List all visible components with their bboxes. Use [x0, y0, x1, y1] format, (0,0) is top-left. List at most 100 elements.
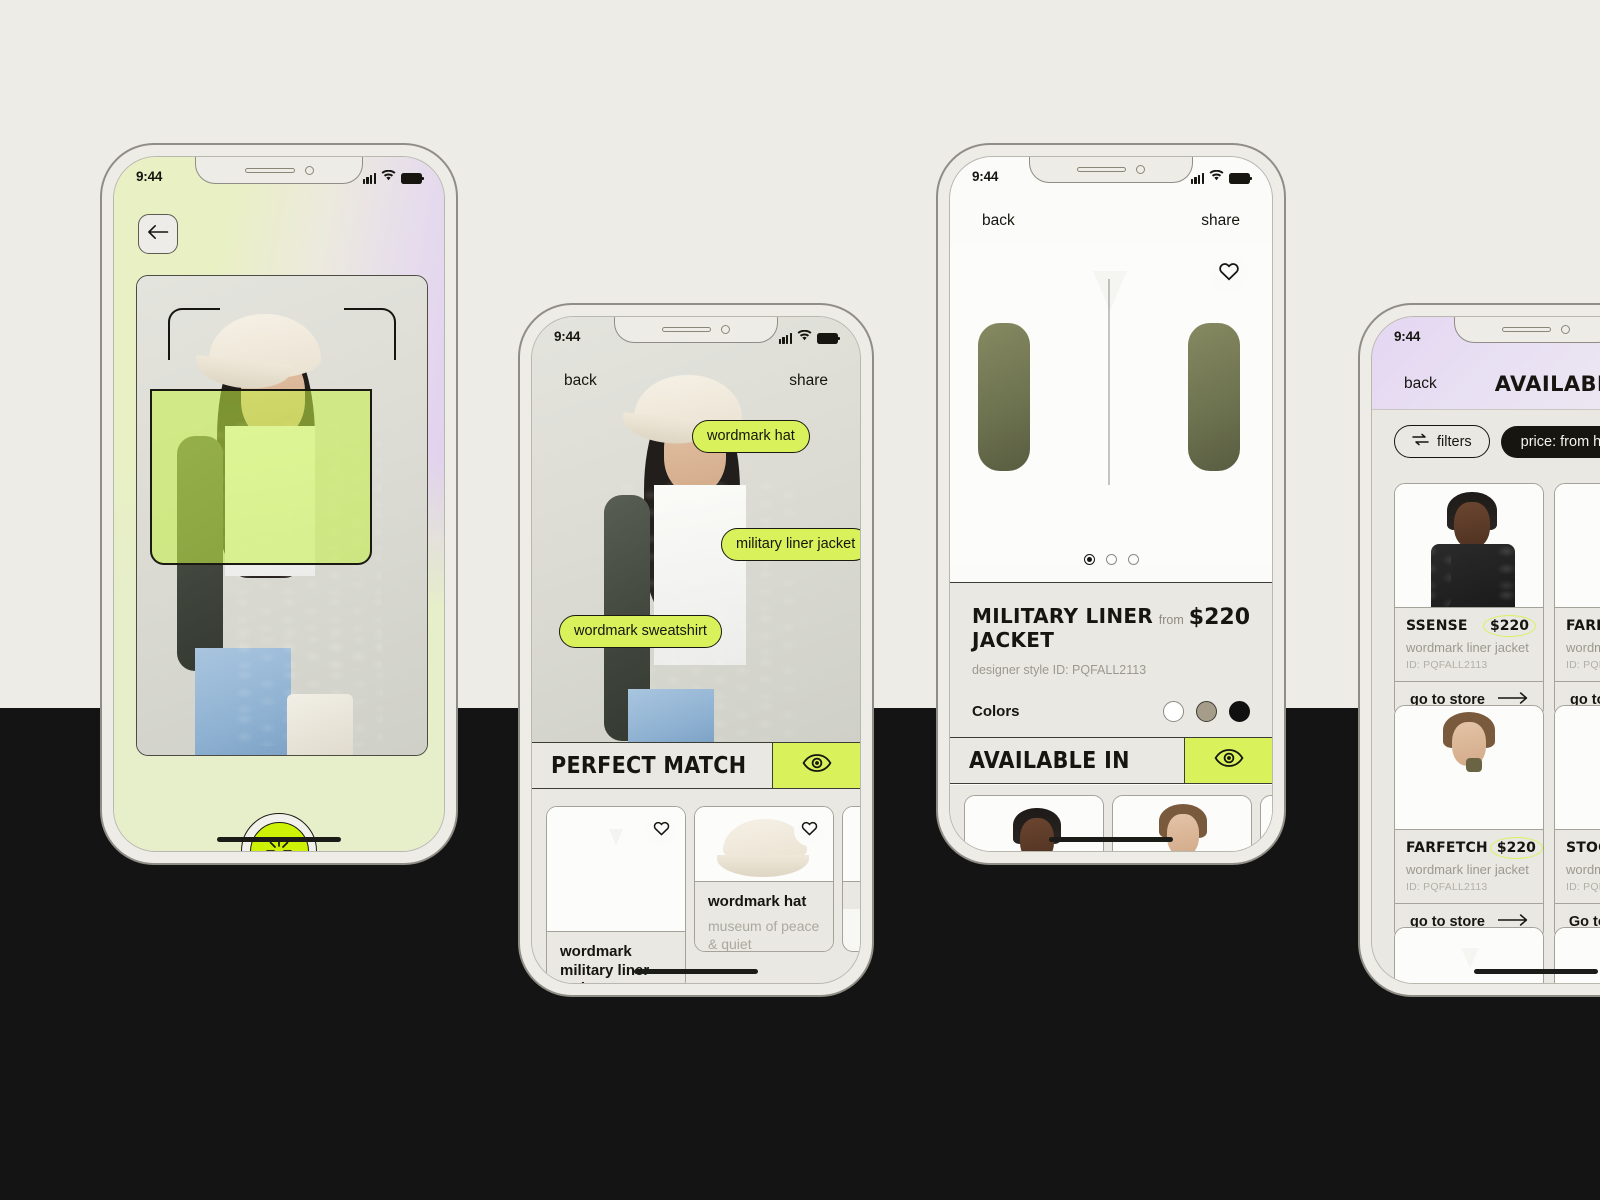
store-product-image: [1395, 706, 1543, 830]
product-image: [547, 807, 685, 932]
battery-icon: [1229, 173, 1252, 184]
top-nav: back share: [532, 372, 860, 390]
store-product-desc: wordmark liner jacket: [1566, 640, 1600, 655]
eye-icon: [802, 753, 832, 778]
model-photo: [1113, 796, 1251, 851]
store-card-info: SSENSE $220 wordmark liner jacket ID: PQ…: [1395, 608, 1543, 681]
front-camera-icon: [1136, 165, 1145, 174]
notch: [195, 157, 363, 184]
store-preview-card-1[interactable]: [964, 795, 1104, 851]
jacket-photo: [950, 245, 1272, 565]
product-brand: museum of peace & quiet: [708, 917, 820, 952]
store-preview-card-2[interactable]: [1112, 795, 1252, 851]
screen-tagged-look: 9:44 back share wordmark hat military li…: [531, 316, 861, 984]
favorite-button[interactable]: [646, 816, 676, 846]
tag-pill-hat[interactable]: wordmark hat: [692, 420, 810, 453]
store-product-image: [1395, 928, 1543, 983]
store-card-bottom-left[interactable]: [1394, 927, 1544, 983]
store-card-farfetch[interactable]: FARFETCH $220 wordmark liner jacket ID: …: [1394, 705, 1544, 941]
eye-toggle-button[interactable]: [772, 743, 860, 788]
swatch-white[interactable]: [1163, 701, 1184, 723]
price-prefix: from: [1158, 613, 1184, 627]
swatch-black[interactable]: [1229, 701, 1250, 723]
store-card-farfetch-top[interactable]: FARFETCH $220 wordmark liner jacket ID: …: [1554, 483, 1600, 719]
product-info: wordmark military liner jacket museum of…: [547, 932, 685, 983]
status-icons: [1190, 169, 1252, 184]
eye-toggle-button[interactable]: [1184, 738, 1272, 783]
signal-icon: [362, 173, 376, 184]
store-product-desc: wordmark liner jacket: [1406, 862, 1529, 877]
store-product-image: [1555, 928, 1600, 983]
store-card-bottom-right[interactable]: [1554, 927, 1600, 983]
carousel-dots[interactable]: [950, 554, 1272, 565]
phone-available-in: 9:44 back AVAILABLE IN: [1358, 303, 1600, 997]
front-camera-icon: [1561, 325, 1570, 334]
product-card-partial[interactable]: [842, 806, 860, 952]
product-card-jacket[interactable]: wordmark military liner jacket museum of…: [546, 806, 686, 983]
front-camera-icon: [304, 165, 314, 175]
product-title: MILITARY LINER JACKET: [972, 604, 1154, 652]
store-card-info: FARFETCH $220 wordmark liner jacket ID: …: [1395, 830, 1543, 903]
store-brand: SSENSE: [1406, 618, 1468, 634]
screen-scanner: 9:44: [113, 156, 445, 852]
filters-button[interactable]: filters: [1394, 425, 1490, 458]
signal-icon: [1190, 173, 1204, 184]
share-button[interactable]: share: [789, 372, 828, 390]
tag-pill-sweatshirt[interactable]: wordmark sweatshirt: [559, 615, 722, 648]
carousel-dot-2[interactable]: [1105, 554, 1117, 565]
speaker-icon: [662, 327, 711, 332]
store-price: $220: [1483, 615, 1536, 637]
status-icons: [778, 329, 840, 344]
store-brand: STOCKX: [1566, 840, 1600, 856]
style-id: designer style ID: PQFALL2113: [972, 663, 1147, 678]
camera-viewfinder[interactable]: [136, 275, 428, 756]
top-nav: back share: [950, 212, 1272, 230]
perfect-match-list[interactable]: wordmark military liner jacket museum of…: [532, 790, 860, 983]
mockup-canvas: 9:44 9:44 back share wordmark hat milita…: [0, 0, 1600, 1200]
status-time: 9:44: [972, 169, 999, 184]
back-button[interactable]: back: [1404, 375, 1437, 393]
favorite-button[interactable]: [1210, 255, 1248, 293]
arrow-left-icon: [147, 224, 169, 245]
carousel-dot-3[interactable]: [1127, 554, 1139, 565]
store-product-id: ID: PQFALL2113: [1406, 659, 1488, 671]
notch: [1454, 317, 1600, 343]
home-indicator: [1049, 837, 1173, 842]
section-title: PERFECT MATCH: [551, 752, 747, 779]
store-card-stockx[interactable]: STOCKX $220 wordmark liner jacket ID: PQ…: [1554, 705, 1600, 941]
phone-tagged-look: 9:44 back share wordmark hat military li…: [518, 303, 874, 997]
carousel-dot-1[interactable]: [1083, 554, 1095, 565]
color-swatches[interactable]: [1163, 701, 1250, 723]
phone-scanner: 9:44: [100, 143, 458, 865]
back-button[interactable]: back: [982, 212, 1015, 230]
eye-icon: [1214, 748, 1244, 773]
viewfinder-corner-topleft: [168, 308, 220, 360]
price-block: from $220: [1158, 605, 1253, 630]
product-image: [695, 807, 833, 882]
product-hero-image[interactable]: [950, 245, 1272, 565]
status-icons: [362, 169, 424, 184]
title-price-row: MILITARY LINER JACKET from $220: [972, 604, 1253, 652]
tag-pill-jacket[interactable]: military liner jacket: [721, 528, 860, 561]
store-card-ssense[interactable]: SSENSE $220 wordmark liner jacket ID: PQ…: [1394, 483, 1544, 719]
store-brand-price-row: STOCKX $220: [1566, 839, 1600, 857]
page-title: AVAILABLE IN: [1494, 372, 1600, 396]
product-image: [843, 807, 860, 882]
heart-icon: [801, 821, 818, 841]
sort-button[interactable]: price: from high to low: [1500, 425, 1600, 458]
status-time: 9:44: [1394, 329, 1421, 344]
selection-box[interactable]: [150, 389, 372, 565]
favorite-button[interactable]: [794, 816, 824, 846]
battery-icon: [817, 333, 840, 344]
back-button[interactable]: [138, 214, 178, 254]
swatch-khaki[interactable]: [1196, 701, 1217, 723]
speaker-icon: [1077, 167, 1126, 172]
store-product-image: [1555, 484, 1600, 608]
colors-label: Colors: [972, 703, 1020, 721]
store-list-body: filters price: from high to low: [1372, 409, 1600, 983]
store-brand-price-row: FARFETCH $220: [1566, 617, 1600, 635]
product-card-hat[interactable]: wordmark hat museum of peace & quiet: [694, 806, 834, 952]
share-button[interactable]: share: [1201, 212, 1240, 230]
back-button[interactable]: back: [564, 372, 597, 390]
store-preview-card-3[interactable]: [1260, 795, 1272, 851]
